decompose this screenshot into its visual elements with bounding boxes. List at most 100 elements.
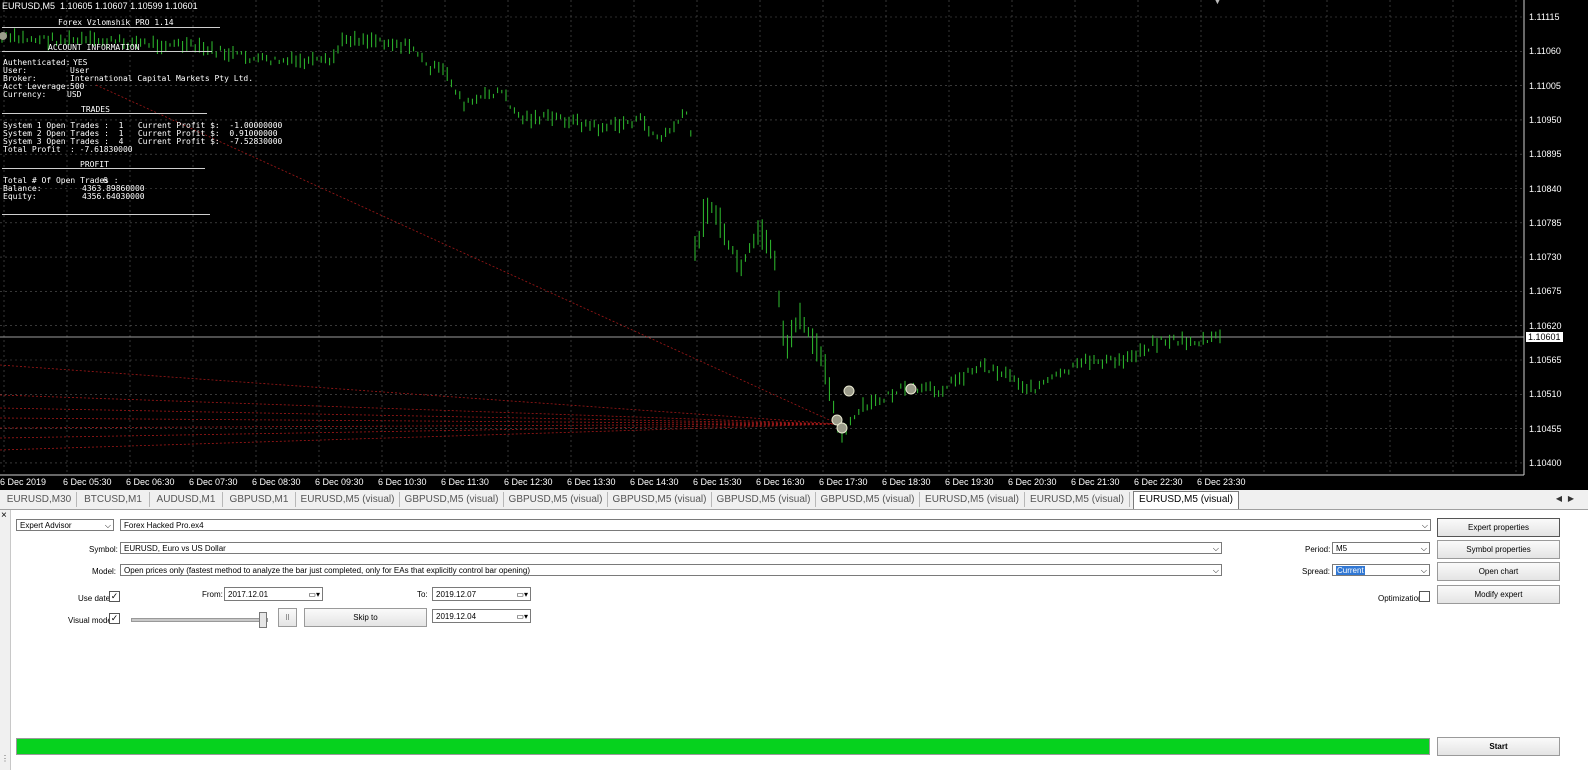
chevron-down-icon: ⌵ [1421, 521, 1428, 530]
equity-label: Equity: [3, 192, 37, 201]
chart-header: EURUSD,M5 1.10605 1.10607 1.10599 1.1060… [2, 1, 198, 11]
expert-properties-button[interactable]: Expert properties [1437, 518, 1560, 537]
tab-eurusd-m5-visual[interactable]: EURUSD,M5 (visual) [1025, 492, 1130, 507]
time-tick-label: 6 Dec 21:30 [1071, 477, 1120, 487]
divider [2, 168, 205, 169]
panel-title: Forex Vzlomshik PRO 1.14 [58, 18, 174, 27]
currency-value: USD [67, 90, 82, 99]
calendar-dropdown-icon: ▭▾ [516, 590, 528, 599]
period-select[interactable]: M5 ⌵ [1332, 542, 1430, 554]
chevron-down-icon: ⌵ [1212, 566, 1219, 575]
optimization-checkbox[interactable] [1419, 591, 1430, 602]
progress-fill [17, 739, 1429, 754]
price-tick-label: 1.10565 [1529, 355, 1562, 365]
skip-to-date-value: 2019.12.04 [436, 612, 477, 621]
tab-audusd-m1[interactable]: AUDUSD,M1 [150, 492, 223, 507]
divider [2, 51, 212, 52]
price-tick-label: 1.10785 [1529, 217, 1562, 228]
model-select[interactable]: Open prices only (fastest method to anal… [120, 564, 1222, 576]
price-tick-label: 1.11115 [1529, 12, 1560, 22]
pause-button[interactable]: II [278, 608, 297, 627]
tab-gbpusd-m5-visual[interactable]: GBPUSD,M5 (visual) [712, 492, 816, 507]
time-tick-label: 6 Dec 09:30 [315, 477, 364, 487]
trade-marker-icon [905, 383, 917, 395]
resize-grip-icon: ⋮ [1, 754, 9, 763]
spread-select[interactable]: Current ⌵ [1332, 564, 1430, 576]
trade-line [0, 394, 839, 425]
time-tick-label: 6 Dec 11:30 [441, 477, 489, 487]
chart-tabs: EURUSD,M30 BTCUSD,M1 AUDUSD,M1 GBPUSD,M1… [0, 490, 1588, 510]
time-tick-label: 6 Dec 10:30 [378, 477, 427, 487]
tester-type-select[interactable]: Expert Advisor ⌵ [16, 519, 114, 531]
price-tick-label: 1.10895 [1529, 149, 1562, 160]
close-icon[interactable]: × [1, 510, 7, 521]
time-tick-label: 6 Dec 18:30 [882, 477, 931, 487]
start-button[interactable]: Start [1437, 737, 1560, 756]
to-label: To: [417, 590, 428, 599]
time-tick-label: 6 Dec 14:30 [630, 477, 679, 487]
tab-scroll-left-icon[interactable]: ◀ [1556, 494, 1562, 503]
price-chart[interactable]: ▼ EURUSD,M5 1.10605 1.10607 1.10599 1.10… [0, 0, 1588, 490]
panel-side-bar [0, 510, 11, 770]
calendar-dropdown-icon: ▭▾ [308, 590, 320, 599]
time-tick-label: 6 Dec 20:30 [1008, 477, 1057, 487]
speed-slider-track[interactable] [131, 618, 268, 622]
tab-gbpusd-m1[interactable]: GBPUSD,M1 [223, 492, 296, 507]
tab-gbpusd-m5-visual[interactable]: GBPUSD,M5 (visual) [504, 492, 608, 507]
time-tick-label: 6 Dec 08:30 [252, 477, 301, 487]
tab-eurusd-m30[interactable]: EURUSD,M30 [2, 492, 77, 507]
progress-bar [16, 738, 1430, 755]
time-tick-label: 6 Dec 19:30 [945, 477, 994, 487]
time-tick-label: 6 Dec 17:30 [819, 477, 868, 487]
expert-select[interactable]: Forex Hacked Pro.ex4 ⌵ [120, 519, 1431, 531]
chart-shift-marker-icon: ▼ [1213, 0, 1222, 6]
tab-eurusd-m5-visual[interactable]: EURUSD,M5 (visual) [920, 492, 1025, 507]
time-tick-label: 6 Dec 16:30 [756, 477, 805, 487]
tab-gbpusd-m5-visual[interactable]: GBPUSD,M5 (visual) [608, 492, 712, 507]
price-tick-label: 1.10510 [1529, 389, 1562, 400]
time-tick-label: 6 Dec 12:30 [504, 477, 553, 487]
trade-line [0, 417, 839, 425]
open-chart-button[interactable]: Open chart [1437, 562, 1560, 581]
total-profit-value: : -7.61830000 [70, 145, 133, 154]
period-label: Period: [1305, 545, 1331, 554]
visual-mode-checkbox[interactable]: ✓ [109, 613, 120, 624]
trade-marker-icon [836, 422, 848, 434]
to-date-picker[interactable]: 2019.12.07 ▭▾ [432, 587, 531, 601]
symbol-properties-button[interactable]: Symbol properties [1437, 540, 1560, 559]
trade-marker-icon [843, 385, 855, 397]
use-date-checkbox[interactable]: ✓ [109, 591, 120, 602]
divider [2, 214, 210, 215]
tab-gbpusd-m5-visual[interactable]: GBPUSD,M5 (visual) [400, 492, 504, 507]
calendar-dropdown-icon: ▭▾ [516, 612, 528, 621]
model-value: Open prices only (fastest method to anal… [124, 566, 530, 575]
price-tick-label: 1.10455 [1529, 423, 1562, 434]
current-price-label: 1.10601 [1526, 332, 1563, 342]
time-tick-label: 6 Dec 15:30 [693, 477, 742, 487]
tab-eurusd-m5-visual[interactable]: EURUSD,M5 (visual) [296, 492, 400, 507]
trade-line [0, 423, 839, 451]
modify-expert-button[interactable]: Modify expert [1437, 585, 1560, 604]
divider [2, 113, 207, 114]
from-date-picker[interactable]: 2017.12.01 ▭▾ [224, 587, 323, 601]
strategy-tester-panel: × Expert Advisor ⌵ Forex Hacked Pro.ex4 ⌵ … [0, 510, 1588, 770]
currency-label: Currency: [3, 90, 47, 99]
tab-gbpusd-m5-visual[interactable]: GBPUSD,M5 (visual) [816, 492, 920, 507]
from-label: From: [202, 590, 223, 599]
tab-scroll-right-icon[interactable]: ▶ [1568, 494, 1574, 503]
tab-btcusd-m1[interactable]: BTCUSD,M1 [77, 492, 150, 507]
use-date-label: Use date [78, 594, 111, 603]
chevron-down-icon: ⌵ [1420, 544, 1427, 553]
expert-value: Forex Hacked Pro.ex4 [124, 521, 204, 530]
speed-slider-thumb[interactable] [259, 612, 267, 628]
skip-to-button[interactable]: Skip to [304, 608, 427, 627]
time-tick-label: 6 Dec 06:30 [126, 477, 175, 487]
skip-to-date-picker[interactable]: 2019.12.04 ▭▾ [432, 609, 531, 623]
time-tick-label: 6 Dec 23:30 [1197, 477, 1246, 487]
equity-value: 4356.64030000 [82, 192, 145, 201]
broker-value: International Capital Markets Pty Ltd. [70, 74, 254, 83]
symbol-select[interactable]: EURUSD, Euro vs US Dollar ⌵ [120, 542, 1222, 554]
optimization-label: Optimization [1378, 594, 1423, 603]
tab-eurusd-m5-visual-active[interactable]: EURUSD,M5 (visual) [1133, 491, 1239, 509]
visual-mode-label: Visual mode [68, 616, 112, 625]
